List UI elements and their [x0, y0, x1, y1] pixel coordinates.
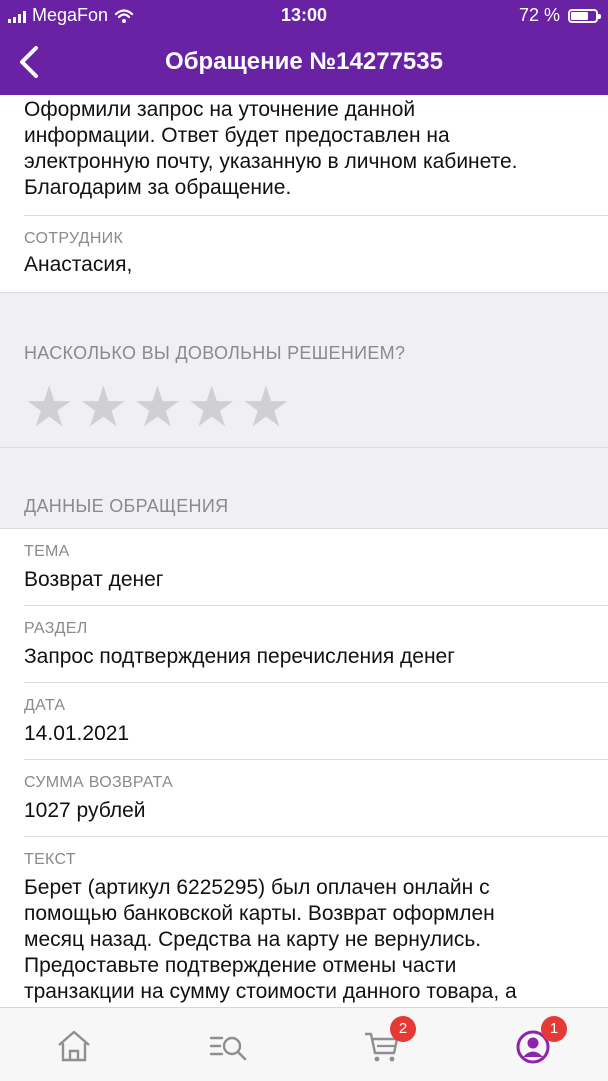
tab-home[interactable]: [54, 1026, 94, 1066]
battery-icon: [568, 8, 601, 23]
profile-badge: 1: [541, 1016, 567, 1042]
date-value: 14.01.2021: [24, 722, 130, 745]
text-line: Предоставьте подтверждение отмены части: [24, 954, 457, 977]
details-header: ДАННЫЕ ОБРАЩЕНИЯ: [0, 447, 608, 528]
message-block: Оформили запрос на уточнение данной инфо…: [0, 95, 608, 201]
detail-date: ДАТА 14.01.2021: [0, 683, 608, 759]
details-list: ТЕМА Возврат денег РАЗДЕЛ Запрос подтвер…: [0, 528, 608, 1007]
message-line: Благодарим за обращение.: [24, 176, 292, 199]
star-1[interactable]: ★: [24, 379, 74, 435]
date-label: ДАТА: [24, 697, 66, 714]
battery-percent: 72 %: [518, 5, 560, 25]
app-header: MegaFon 13:00 72 % Обращение №14277535: [0, 0, 608, 95]
refund-label: СУММА ВОЗВРАТА: [24, 774, 174, 791]
detail-topic: ТЕМА Возврат денег: [0, 529, 608, 605]
text-line: транзакции на сумму стоимости данного то…: [24, 980, 517, 1003]
section-value: Запрос подтверждения перечисления денег: [24, 645, 455, 668]
text-line: Берет (артикул 6225295) был оплачен онла…: [24, 876, 490, 899]
rating-stars: ★ ★ ★ ★ ★: [24, 379, 291, 435]
home-icon: [58, 1030, 90, 1062]
star-5[interactable]: ★: [241, 379, 291, 435]
message-line: информации. Ответ будет предоставлен на: [24, 124, 450, 147]
refund-value: 1027 рублей: [24, 799, 146, 822]
rating-label: НАСКОЛЬКО ВЫ ДОВОЛЬНЫ РЕШЕНИЕМ?: [24, 343, 406, 363]
status-time: 13:00: [280, 5, 328, 25]
details-section-title: ДАННЫЕ ОБРАЩЕНИЯ: [24, 496, 229, 516]
text-line: месяц назад. Средства на карту не вернул…: [24, 928, 482, 951]
text-line: помощью банковской карты. Возврат оформл…: [24, 902, 495, 925]
text-label: ТЕКСТ: [24, 851, 76, 868]
status-right: 72 %: [518, 5, 601, 26]
employee-block: СОТРУДНИК Анастасия,: [0, 216, 608, 292]
tab-catalog[interactable]: [208, 1026, 248, 1066]
topic-value: Возврат денег: [24, 568, 164, 591]
status-bar: MegaFon 13:00 72 %: [0, 0, 608, 30]
catalog-search-icon: [209, 1036, 247, 1061]
star-4[interactable]: ★: [187, 379, 237, 435]
message-line: электронную почту, указанную в личном ка…: [24, 150, 518, 173]
text-body: Берет (артикул 6225295) был оплачен онла…: [24, 875, 584, 1005]
battery-level: [571, 11, 588, 20]
employee-value: Анастасия,: [24, 253, 133, 276]
detail-refund: СУММА ВОЗВРАТА 1027 рублей: [0, 760, 608, 836]
page-title: Обращение №14277535: [165, 48, 443, 75]
content-scroll[interactable]: Оформили запрос на уточнение данной инфо…: [0, 95, 608, 1007]
detail-text: ТЕКСТ Берет (артикул 6225295) был оплаче…: [0, 837, 608, 1007]
tab-bar: 2 1: [0, 1007, 608, 1081]
detail-section: РАЗДЕЛ Запрос подтверждения перечисления…: [0, 606, 608, 682]
nav-bar: Обращение №14277535: [0, 30, 608, 95]
section-label: РАЗДЕЛ: [24, 620, 88, 637]
rating-section: НАСКОЛЬКО ВЫ ДОВОЛЬНЫ РЕШЕНИЕМ? ★ ★ ★ ★ …: [0, 292, 608, 447]
star-2[interactable]: ★: [78, 379, 128, 435]
employee-label: СОТРУДНИК: [24, 230, 124, 247]
message-line: Оформили запрос на уточнение данной: [24, 98, 416, 121]
tab-profile[interactable]: 1: [513, 1016, 567, 1066]
topic-label: ТЕМА: [24, 543, 70, 560]
tab-cart[interactable]: 2: [362, 1016, 416, 1066]
star-3[interactable]: ★: [132, 379, 182, 435]
cart-badge: 2: [390, 1016, 416, 1042]
